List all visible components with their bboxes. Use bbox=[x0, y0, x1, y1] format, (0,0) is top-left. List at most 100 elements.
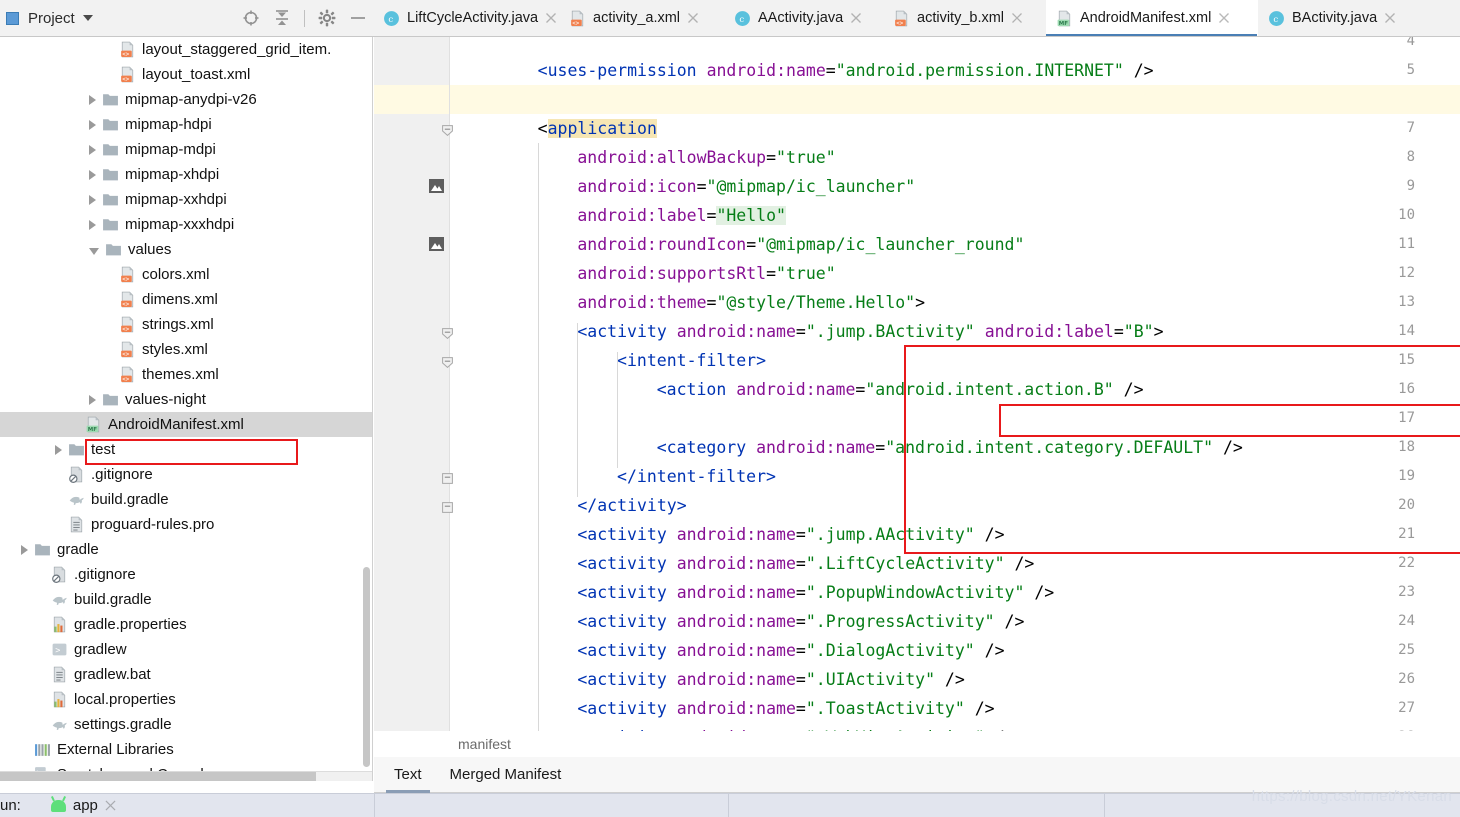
tree-folder-row[interactable]: mipmap-xxhdpi bbox=[0, 187, 372, 212]
tree-folder-row[interactable]: values bbox=[0, 237, 372, 262]
tree-file-row[interactable]: gradle.properties bbox=[0, 612, 372, 637]
code-editor[interactable]: 4567891011121314151617181920212223242526… bbox=[374, 37, 1460, 731]
code-line[interactable]: android:icon="@mipmap/ic_launcher" bbox=[577, 172, 915, 201]
tree-file-row[interactable]: External Libraries bbox=[0, 737, 372, 762]
minimize-icon[interactable] bbox=[349, 9, 367, 27]
tree-folder-row[interactable]: mipmap-mdpi bbox=[0, 137, 372, 162]
editor-tab-activity_b-xml[interactable]: <> activity_b.xml bbox=[883, 0, 1046, 36]
editor-tab-liftcycleactivity-java[interactable]: c LiftCycleActivity.java bbox=[373, 0, 559, 36]
code-token-hl-tag: application bbox=[547, 119, 657, 138]
code-line[interactable]: </intent-filter> bbox=[617, 462, 776, 491]
expand-arrow-icon[interactable] bbox=[89, 169, 96, 180]
code-line[interactable]: <activity android:name=".jump.AActivity"… bbox=[577, 520, 1004, 549]
tree-file-row[interactable]: local.properties bbox=[0, 687, 372, 712]
code-line[interactable]: </activity> bbox=[577, 491, 686, 520]
code-token-punct: = bbox=[706, 293, 717, 312]
editor-tab-androidmanifest-xml[interactable]: MF AndroidManifest.xml bbox=[1046, 0, 1258, 36]
tree-item-label: proguard-rules.pro bbox=[91, 516, 215, 533]
svg-text:c: c bbox=[739, 15, 744, 25]
editor-tab-aactivity-java[interactable]: c AActivity.java bbox=[724, 0, 883, 36]
code-line[interactable]: <activity android:name=".jump.BActivity"… bbox=[577, 317, 1163, 346]
close-icon[interactable] bbox=[850, 12, 862, 24]
code-line[interactable]: android:allowBackup="true" bbox=[577, 143, 835, 172]
tree-file-row[interactable]: <> styles.xml bbox=[0, 337, 372, 362]
tree-file-row[interactable]: <> strings.xml bbox=[0, 312, 372, 337]
svg-text:MF: MF bbox=[1059, 20, 1068, 26]
run-config-app[interactable]: app bbox=[50, 797, 116, 814]
tree-file-row[interactable]: <> layout_staggered_grid_item. bbox=[0, 37, 372, 62]
tree-file-row[interactable]: build.gradle bbox=[0, 587, 372, 612]
code-line[interactable]: <activity android:name=".DialogActivity"… bbox=[577, 636, 1004, 665]
tree-file-row[interactable]: settings.gradle bbox=[0, 712, 372, 737]
collapse-arrow-icon[interactable] bbox=[89, 247, 99, 255]
watermark: https://blog.csdn.net/YKenan bbox=[1251, 788, 1452, 805]
code-line[interactable]: <application bbox=[538, 114, 657, 143]
close-icon[interactable] bbox=[105, 800, 116, 811]
expand-arrow-icon[interactable] bbox=[89, 144, 96, 155]
code-line[interactable]: android:label="Hello" bbox=[577, 201, 786, 230]
code-text-area[interactable]: <uses-permission android:name="android.p… bbox=[450, 37, 1460, 731]
code-line[interactable]: <action android:name="android.intent.act… bbox=[657, 375, 1144, 404]
tree-file-row[interactable]: <> colors.xml bbox=[0, 262, 372, 287]
tree-file-row[interactable]: > gradlew bbox=[0, 637, 372, 662]
expand-arrow-icon[interactable] bbox=[89, 94, 96, 105]
locate-target-icon[interactable] bbox=[242, 9, 260, 27]
tree-folder-row[interactable]: mipmap-xxxhdpi bbox=[0, 212, 372, 237]
close-icon[interactable] bbox=[1011, 12, 1023, 24]
editor-tab-activity_a-xml[interactable]: <> activity_a.xml bbox=[559, 0, 724, 36]
code-line[interactable]: <intent-filter> bbox=[617, 346, 766, 375]
image-preview-icon[interactable] bbox=[429, 179, 444, 193]
sidebar-horizontal-scrollbar[interactable] bbox=[0, 772, 316, 781]
code-line[interactable]: android:supportsRtl="true" bbox=[577, 259, 835, 288]
code-line[interactable]: android:roundIcon="@mipmap/ic_launcher_r… bbox=[577, 230, 1024, 259]
tree-file-row[interactable]: MF AndroidManifest.xml bbox=[0, 412, 372, 437]
breadcrumb-manifest[interactable]: manifest bbox=[458, 736, 511, 752]
expand-arrow-icon[interactable] bbox=[89, 219, 96, 230]
tree-file-row[interactable]: <> layout_toast.xml bbox=[0, 62, 372, 87]
tree-folder-row[interactable]: values-night bbox=[0, 387, 372, 412]
expand-arrow-icon[interactable] bbox=[89, 394, 96, 405]
expand-arrow-icon[interactable] bbox=[55, 444, 62, 455]
tree-file-row[interactable]: gradlew.bat bbox=[0, 662, 372, 687]
tree-file-row[interactable]: .gitignore bbox=[0, 462, 372, 487]
run-tool-window-label[interactable]: un: bbox=[0, 797, 21, 814]
close-icon[interactable] bbox=[1218, 12, 1230, 24]
editor-tab-bactivity-java[interactable]: c BActivity.java bbox=[1258, 0, 1416, 36]
code-line[interactable]: <activity android:name=".UIActivity" /> bbox=[577, 665, 964, 694]
code-line[interactable]: <activity android:name=".ProgressActivit… bbox=[577, 607, 1024, 636]
code-token-punct: /> bbox=[974, 641, 1005, 660]
collapse-all-icon[interactable] bbox=[273, 9, 291, 27]
tree-folder-row[interactable]: mipmap-xhdpi bbox=[0, 162, 372, 187]
code-line[interactable]: <category android:name="android.intent.c… bbox=[657, 433, 1243, 462]
tree-folder-row[interactable]: mipmap-anydpi-v26 bbox=[0, 87, 372, 112]
image-preview-icon[interactable] bbox=[429, 237, 444, 251]
tree-file-row[interactable]: <> themes.xml bbox=[0, 362, 372, 387]
tree-file-row[interactable]: build.gradle bbox=[0, 487, 372, 512]
expand-arrow-icon[interactable] bbox=[89, 119, 96, 130]
tree-folder-row[interactable]: test bbox=[0, 437, 372, 462]
code-line[interactable]: <activity android:name=".PopupWindowActi… bbox=[577, 578, 1054, 607]
sidebar-vertical-scrollbar[interactable] bbox=[363, 567, 370, 767]
code-line[interactable]: <activity android:name=".WebViewActivity… bbox=[577, 723, 1014, 731]
editor-view-tab-text[interactable]: Text bbox=[386, 757, 429, 793]
code-line[interactable]: android:theme="@style/Theme.Hello"> bbox=[577, 288, 925, 317]
close-icon[interactable] bbox=[545, 12, 557, 24]
expand-arrow-icon[interactable] bbox=[89, 194, 96, 205]
chevron-down-icon[interactable] bbox=[82, 15, 93, 21]
code-line[interactable]: <activity android:name=".LiftCycleActivi… bbox=[577, 549, 1034, 578]
editor-view-tab-merged-manifest[interactable]: Merged Manifest bbox=[450, 757, 562, 793]
tree-file-row[interactable]: <> dimens.xml bbox=[0, 287, 372, 312]
tree-file-row[interactable]: .gitignore bbox=[0, 562, 372, 587]
tree-folder-row[interactable]: mipmap-hdpi bbox=[0, 112, 372, 137]
code-line[interactable]: <activity android:name=".ToastActivity" … bbox=[577, 694, 994, 723]
expand-arrow-icon[interactable] bbox=[21, 544, 28, 555]
editor-gutter[interactable] bbox=[374, 37, 449, 731]
code-token-punct bbox=[975, 322, 985, 341]
code-line[interactable]: <uses-permission android:name="android.p… bbox=[538, 56, 1154, 85]
close-icon[interactable] bbox=[687, 12, 699, 24]
close-icon[interactable] bbox=[1384, 12, 1396, 24]
tree-folder-row[interactable]: gradle bbox=[0, 537, 372, 562]
project-tree-panel[interactable]: <> layout_staggered_grid_item. <> layout_to… bbox=[0, 37, 373, 781]
settings-gear-icon[interactable] bbox=[318, 9, 336, 27]
tree-file-row[interactable]: proguard-rules.pro bbox=[0, 512, 372, 537]
